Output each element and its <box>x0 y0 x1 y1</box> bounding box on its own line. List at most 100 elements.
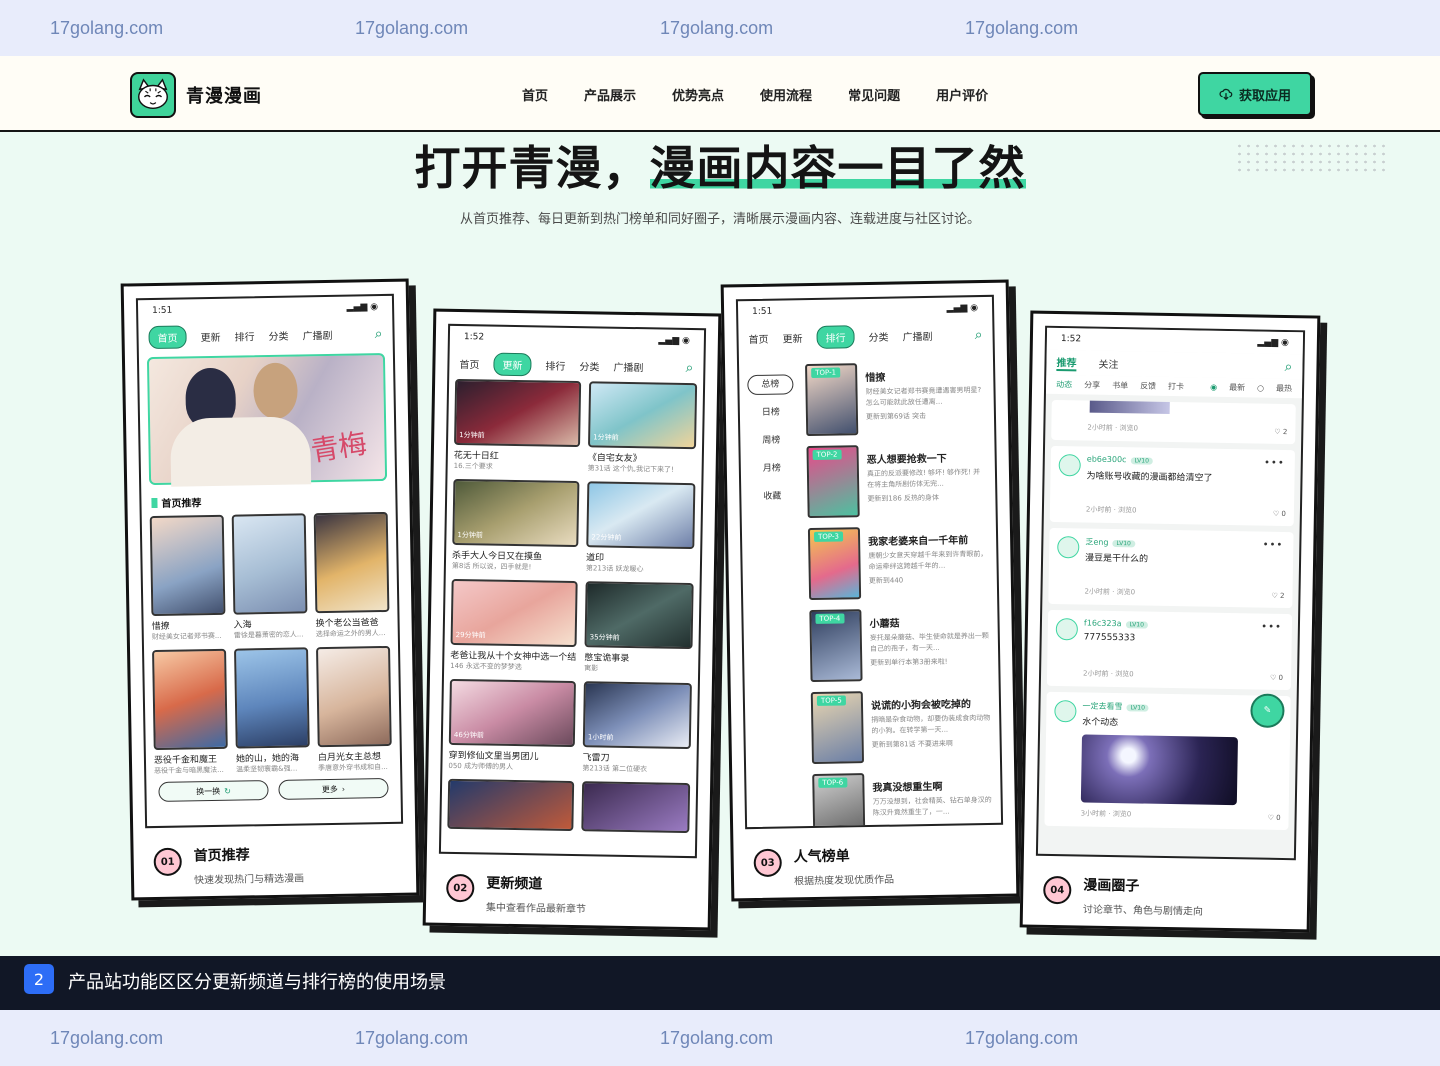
brand-logo-icon[interactable] <box>130 72 176 118</box>
search-icon[interactable]: ⌕ <box>685 359 693 375</box>
tab-home[interactable]: 首页 <box>459 356 479 371</box>
sort-hot[interactable]: 最热 <box>1276 383 1292 394</box>
feature-card-community[interactable]: 1:52 ▂▄▆ ◉ 推荐 关注 ⌕ 动态 分享 书单 反馈 打卡 ◉ 最新 ○ 最热… <box>1019 310 1321 933</box>
rank-row[interactable]: TOP-2 恶人想要抢救一下 真正的反派要修改! 够坏! 够作死! 并在将主角所剧仿… <box>806 439 987 524</box>
brand-name[interactable]: 青漫漫画 <box>186 82 262 108</box>
more-button[interactable]: 更多 › <box>278 777 389 800</box>
tab-recommend[interactable]: 推荐 <box>1056 353 1077 372</box>
banner-text: 产品站功能区区分更新频道与排行榜的使用场景 <box>68 972 446 993</box>
nav-link-products[interactable]: 产品展示 <box>584 85 636 104</box>
feature-card-home[interactable]: 1:51 ▂▄▆ ◉ 首页 更新 排行 分类 广播剧 ⌕ 青梅 首页推荐 惜撩 … <box>120 278 420 901</box>
tab-category[interactable]: 分类 <box>268 328 289 343</box>
more-dots-icon[interactable]: ••• <box>1264 458 1285 469</box>
get-app-button[interactable]: 获取应用 <box>1198 72 1312 116</box>
search-icon[interactable]: ⌕ <box>1284 358 1292 374</box>
tab-home[interactable]: 首页 <box>148 325 187 350</box>
comic-tile[interactable]: 换个老公当爸爸 选择命运之外的男人... <box>313 511 390 639</box>
update-tile[interactable]: 46分钟前 穿到修仙文里当男团儿 050 成为师傅的男人 <box>448 678 576 773</box>
tab-radio[interactable]: 广播剧 <box>902 328 933 344</box>
update-tile[interactable]: 1小时前 飞雷刀 第213话 第二位硬衣 <box>582 681 692 775</box>
like-count[interactable]: ♡ 0 <box>1273 510 1286 518</box>
avatar[interactable] <box>1058 454 1081 477</box>
nav-link-home[interactable]: 首页 <box>522 85 548 104</box>
avatar[interactable] <box>1055 618 1079 641</box>
rank-favorites[interactable]: 收藏 <box>747 482 797 511</box>
more-dots-icon[interactable]: ••• <box>1261 622 1282 633</box>
comic-tile[interactable]: 她的山，她的海 温柔坚韧寰霸&强... <box>234 647 310 774</box>
filter-booklist[interactable]: 书单 <box>1112 380 1128 391</box>
rank-daily[interactable]: 日榜 <box>746 398 796 427</box>
like-count[interactable]: ♡ 0 <box>1270 674 1283 682</box>
filter-checkin[interactable]: 打卡 <box>1168 381 1184 392</box>
feature-card-rank[interactable]: 1:51 ▂▄▆ ◉ 首页 更新 排行 分类 广播剧 ⌕ 总榜 日榜 周榜 月榜 … <box>720 279 1020 902</box>
tab-rank[interactable]: 排行 <box>234 328 255 343</box>
tab-rank[interactable]: 排行 <box>816 325 855 349</box>
update-tile[interactable]: 29分钟前 老爸让我从十个女神中选一个结 146 永远不变的梦梦选 <box>450 578 578 673</box>
rank-row[interactable]: TOP-6 我真没想重生啊 万万没想到，社会精英、钻石单身汉的陈汉升竟然重生了，一.… <box>812 767 993 830</box>
feature-card-update[interactable]: 1:52 ▂▄▆ ◉ 首页 更新 排行 分类 广播剧 ⌕ 1分钟前 花无十日红 16.… <box>422 308 722 931</box>
rank-monthly[interactable]: 月榜 <box>747 454 797 483</box>
radio-on-icon[interactable]: ◉ <box>1210 383 1217 392</box>
post-card[interactable]: 一定去看雪 LV10 水个动态 ✎ 3小时前 · 浏览0 ♡ 0 <box>1044 691 1291 831</box>
tab-rank[interactable]: 排行 <box>545 357 565 372</box>
comic-tile[interactable]: 入海 雷徐是暮萧密的恋人... <box>231 513 308 640</box>
tab-category[interactable]: 分类 <box>579 358 599 373</box>
hero-banner-image[interactable]: 青梅 <box>146 352 388 487</box>
tab-follow[interactable]: 关注 <box>1098 356 1118 371</box>
rank-total[interactable]: 总榜 <box>747 374 794 396</box>
tab-update[interactable]: 更新 <box>200 329 221 344</box>
update-tile[interactable]: 22分钟前 道印 第213话 妖龙暖心 <box>586 481 696 575</box>
search-icon[interactable]: ⌕ <box>975 326 983 342</box>
comic-cover[interactable] <box>581 781 691 834</box>
nav-link-faq[interactable]: 常见问题 <box>848 85 900 104</box>
tab-radio[interactable]: 广播剧 <box>302 327 333 343</box>
rank-row[interactable]: TOP-4 小蘑菇 妄托是朵蘑菇、毕生使命就是养出一颗自己的孢子，有一天... 更新到… <box>809 603 990 688</box>
tab-radio[interactable]: 广播剧 <box>613 359 643 375</box>
swap-button[interactable]: 换一换 ↻ <box>158 780 269 802</box>
comic-tile[interactable]: 恶役千金和魔王 恶役千金与暗黑魔法... <box>152 648 228 776</box>
filter-feedback[interactable]: 反馈 <box>1140 380 1156 391</box>
like-count[interactable]: ♡ 0 <box>1268 814 1281 822</box>
comic-tile[interactable]: 白月光女主总想 季唐意外穿书成和自... <box>316 645 392 773</box>
radio-off-icon[interactable]: ○ <box>1257 383 1264 392</box>
tab-update[interactable]: 更新 <box>493 352 532 377</box>
comic-cover[interactable] <box>447 778 575 832</box>
more-dots-icon[interactable]: ••• <box>1263 540 1284 551</box>
rank-row[interactable]: TOP-3 我家老婆来自一千年前 唐朝少女意天穿越千年来到许青眼前，命运牵绊这跨越千… <box>807 521 989 606</box>
rank-row[interactable]: TOP-5 说谎的小狗会被吃掉的 捐暗是杂食动物，却要伪装成食肉动物的小狗。在转学第… <box>810 685 992 770</box>
comic-tile[interactable]: 惜撩 财经美女记者郑书赛... <box>149 514 226 642</box>
post-card[interactable]: f16c323a LV10 ••• 777555333 2小时前 · 浏览0 ♡ 0 <box>1046 609 1293 691</box>
avatar[interactable] <box>1054 699 1077 723</box>
post-create-fab-icon[interactable]: ✎ <box>1250 693 1285 729</box>
update-tile[interactable]: 35分钟前 憋宝诡事录 寓影 <box>584 581 694 675</box>
post-user[interactable]: f16c323a LV10 <box>1084 618 1149 629</box>
post-card[interactable]: 乏eng LV10 ••• 漫豆是干什么的 2小时前 · 浏览0 ♡ 2 <box>1048 527 1294 609</box>
update-tile[interactable]: 1分钟前 杀手大人今日又在摸鱼 第8话 所以说，四手就是! <box>452 478 580 573</box>
status-time: 1:51 <box>152 305 173 317</box>
nav-link-process[interactable]: 使用流程 <box>760 85 812 104</box>
sort-latest[interactable]: 最新 <box>1229 382 1245 393</box>
like-count[interactable]: ♡ 2 <box>1274 428 1287 436</box>
post-card[interactable]: 2小时前 · 浏览0 ♡ 2 <box>1051 399 1296 445</box>
like-count[interactable]: ♡ 2 <box>1271 592 1284 600</box>
watermark-bar-bottom: 17golang.com 17golang.com 17golang.com 1… <box>0 1010 1440 1066</box>
nav-link-reviews[interactable]: 用户评价 <box>936 85 988 104</box>
post-user[interactable]: eb6e300c LV10 <box>1087 455 1153 465</box>
search-icon[interactable]: ⌕ <box>375 325 383 341</box>
nav-link-advantages[interactable]: 优势亮点 <box>672 85 724 104</box>
post-user[interactable]: 乏eng LV10 <box>1085 537 1135 549</box>
tab-update[interactable]: 更新 <box>782 330 803 345</box>
avatar[interactable] <box>1057 536 1080 559</box>
update-tile[interactable]: 1分钟前 花无十日红 16.三个要求 <box>454 378 582 473</box>
rank-row[interactable]: TOP-1 惜撩 财经美女记者郑书赛竟遭遇害男明星? 怎么可能就此放任遭离... 更新… <box>805 357 986 442</box>
post-user[interactable]: 一定去看雪 LV10 <box>1082 700 1149 712</box>
tab-category[interactable]: 分类 <box>868 329 889 344</box>
filter-share[interactable]: 分享 <box>1084 379 1100 390</box>
post-card[interactable]: eb6e300c LV10 ••• 为啥账号收藏的漫画都给清空了 2小时前 · 浏览0 ♡… <box>1049 445 1296 527</box>
rank-weekly[interactable]: 周榜 <box>746 426 796 455</box>
phone-screenshot-home: 1:51 ▂▄▆ ◉ 首页 更新 排行 分类 广播剧 ⌕ 青梅 首页推荐 惜撩 … <box>135 293 404 829</box>
filter-feed[interactable]: 动态 <box>1056 379 1072 390</box>
tab-home[interactable]: 首页 <box>748 331 769 346</box>
post-image[interactable] <box>1080 734 1238 806</box>
update-tile[interactable]: 1分钟前 《自宅女友》 第31话 这个仇,我记下来了! <box>588 381 698 475</box>
